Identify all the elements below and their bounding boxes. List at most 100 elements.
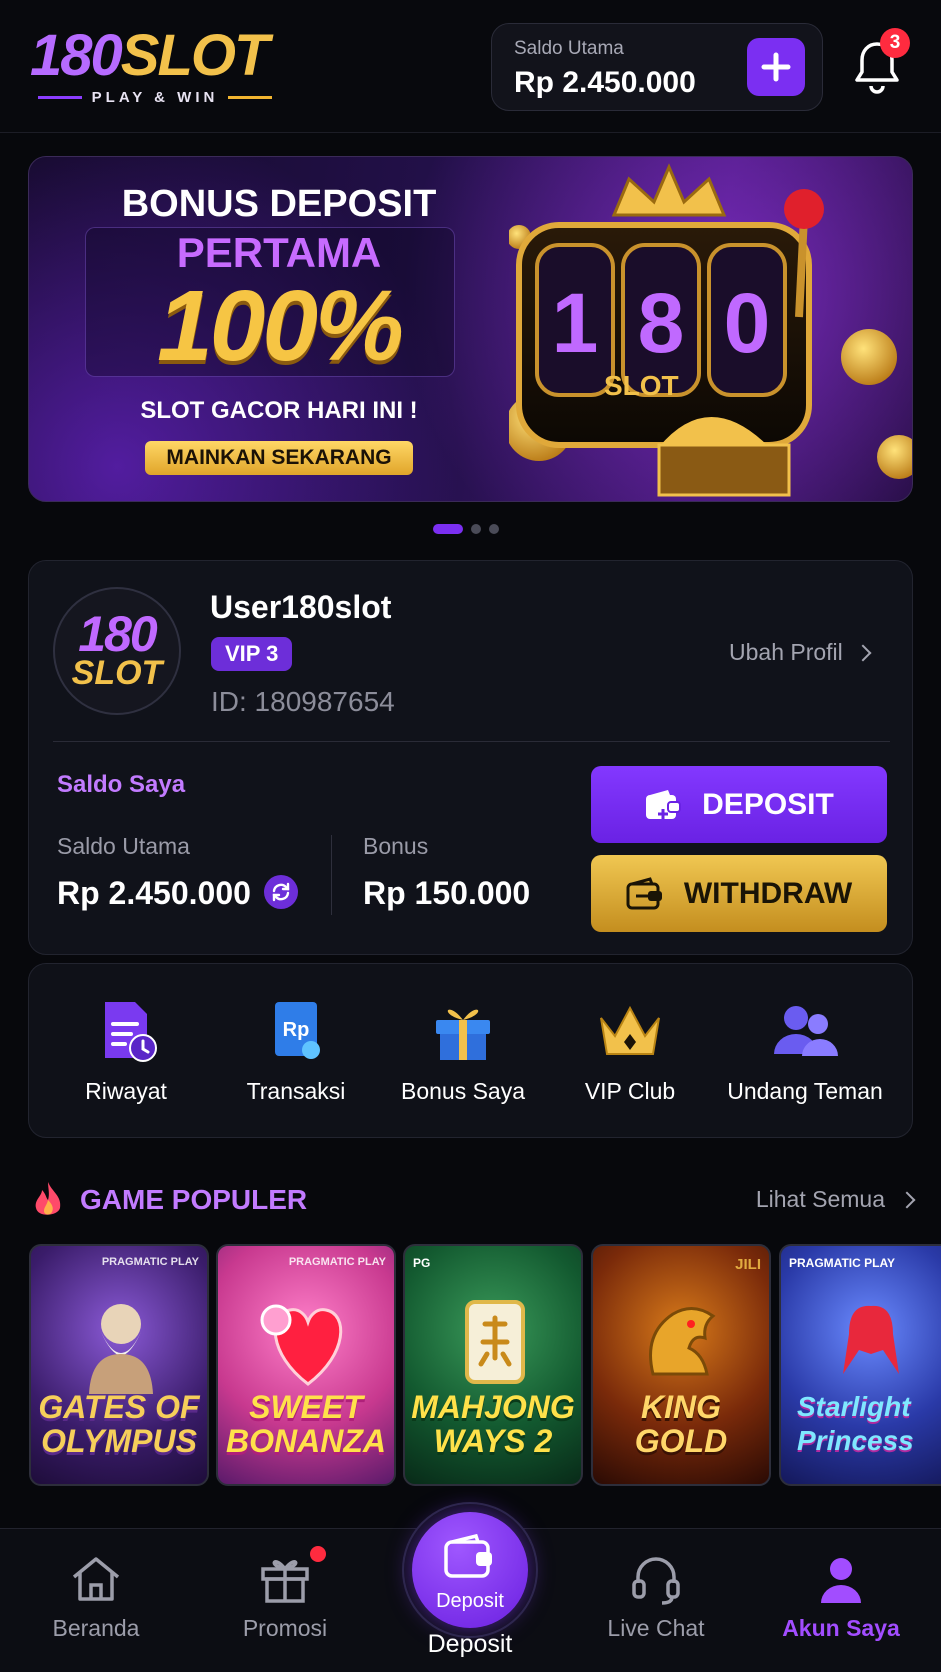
refresh-icon[interactable] xyxy=(264,875,298,909)
game-name: SWEET BONANZA xyxy=(226,1389,386,1459)
svg-text:Rp: Rp xyxy=(283,1019,310,1041)
user-icon xyxy=(821,1558,861,1603)
headset-icon xyxy=(632,1557,680,1605)
game-provider: PG xyxy=(413,1256,431,1270)
top-header: 180SLOT PLAY & WIN Saldo Utama Rp 2.450.… xyxy=(0,0,941,133)
edit-profile-label: Ubah Profil xyxy=(729,639,843,665)
banner-cta-button[interactable]: MAINKAN SEKARANG xyxy=(145,441,413,475)
main-balance-value: Rp 2.450.000 xyxy=(57,875,251,911)
username: User180slot xyxy=(210,589,392,625)
game-section-title: GAME POPULER xyxy=(80,1184,308,1215)
game-provider: PRAGMATIC PLAY xyxy=(789,1256,896,1270)
game-name: GATES OF OLYMPUS xyxy=(38,1389,200,1459)
logo-tagline: PLAY & WIN xyxy=(30,86,280,108)
logo-tagline-text: PLAY & WIN xyxy=(91,88,219,106)
coin-icon xyxy=(877,435,912,479)
princess-figure-icon xyxy=(843,1305,899,1374)
bonus-balance-label: Bonus xyxy=(363,833,429,859)
saldo-section-title: Saldo Saya xyxy=(57,771,186,798)
notification-badge: 3 xyxy=(880,28,910,58)
game-provider: JILI xyxy=(735,1256,761,1273)
see-all-label: Lihat Semua xyxy=(755,1186,885,1212)
vip-badge: VIP 3 xyxy=(211,637,293,671)
deposit-button[interactable]: DEPOSIT xyxy=(591,766,887,843)
banner-percent: 100% xyxy=(157,270,404,382)
gift-icon xyxy=(436,1009,490,1060)
quick-menu: Riwayat Rp Transaksi Bonus Saya VIP Club xyxy=(28,963,913,1138)
plus-icon xyxy=(761,52,791,82)
game-name: Starlight Princess xyxy=(797,1391,914,1456)
quick-item-vip-club[interactable]: VIP Club xyxy=(545,996,715,1105)
game-card-king-gold[interactable]: JILI KING GOLD xyxy=(591,1244,771,1486)
game-provider: PRAGMATIC PLAY xyxy=(288,1256,386,1268)
promo-banner[interactable]: BONUS DEPOSIT PERTAMA 100% SLOT GACOR HA… xyxy=(28,156,913,502)
lever-knob-icon xyxy=(784,189,824,229)
invite-friends-icon xyxy=(774,1006,838,1056)
avatar[interactable]: 180 SLOT xyxy=(53,587,181,715)
nav-beranda[interactable]: Beranda xyxy=(26,1551,166,1642)
mahjong-tile-icon xyxy=(465,1300,525,1384)
fab-inner-label: Deposit xyxy=(436,1590,504,1612)
nav-promosi[interactable]: Promosi xyxy=(215,1551,355,1642)
app-logo[interactable]: 180SLOT PLAY & WIN xyxy=(30,26,290,106)
edit-profile-link[interactable]: Ubah Profil xyxy=(729,639,872,666)
game-card-starlight-princess[interactable]: PRAGMATIC PLAY Starlight Princess xyxy=(779,1244,941,1486)
banner-tagline: SLOT GACOR HARI INI ! xyxy=(140,397,418,424)
game-name: KING GOLD xyxy=(634,1389,728,1459)
coin-icon xyxy=(841,329,897,385)
withdraw-button[interactable]: WITHDRAW xyxy=(591,855,887,932)
nav-akun-saya[interactable]: Akun Saya xyxy=(771,1551,911,1642)
pagination-dot[interactable] xyxy=(471,524,481,534)
quick-item-riwayat[interactable]: Riwayat xyxy=(41,996,211,1105)
dragon-icon xyxy=(649,1307,716,1376)
game-card-mahjong-ways-2[interactable]: PG MAHJONG WAYS 2 xyxy=(403,1244,583,1486)
pagination-dot-active[interactable] xyxy=(433,524,463,534)
reel-digit-1: 1 xyxy=(552,276,599,370)
promo-notification-dot xyxy=(310,1546,326,1562)
quick-item-label: Riwayat xyxy=(85,1078,167,1104)
nav-live-chat[interactable]: Live Chat xyxy=(586,1551,726,1642)
home-icon xyxy=(72,1557,120,1601)
quick-item-bonus-saya[interactable]: Bonus Saya xyxy=(378,996,548,1105)
add-balance-button[interactable] xyxy=(747,38,805,96)
wallet-icon xyxy=(646,789,682,819)
avatar-word: SLOT xyxy=(71,654,163,692)
transaction-icon: Rp xyxy=(275,1002,320,1059)
heart-candy-icon xyxy=(260,1304,343,1386)
gift-icon xyxy=(261,1560,309,1603)
header-balance-value: Rp 2.450.000 xyxy=(514,66,696,99)
wallet-out-icon xyxy=(626,876,662,909)
quick-item-undang-teman[interactable]: Undang Teman xyxy=(720,996,890,1105)
nav-label: Live Chat xyxy=(607,1615,705,1641)
see-all-link[interactable]: Lihat Semua xyxy=(755,1186,916,1213)
withdraw-button-label: WITHDRAW xyxy=(683,876,853,910)
chevron-right-icon xyxy=(854,644,872,661)
game-card-gates-of-olympus[interactable]: PRAGMATIC PLAY GATES OF OLYMPUS xyxy=(29,1244,209,1486)
nav-label: Promosi xyxy=(242,1615,328,1641)
balance-divider xyxy=(331,835,332,915)
refresh-arrows-icon xyxy=(272,882,290,902)
quick-item-transaksi[interactable]: Rp Transaksi xyxy=(211,996,381,1105)
deposit-button-label: DEPOSIT xyxy=(702,787,834,821)
quick-item-label: VIP Club xyxy=(584,1078,676,1104)
nav-deposit-label[interactable]: Deposit xyxy=(370,1630,570,1659)
slot-machine-illustration: 1 8 0 SLOT xyxy=(509,163,912,497)
nav-label: Beranda xyxy=(52,1615,140,1641)
game-name: MAHJONG WAYS 2 xyxy=(411,1389,575,1459)
chevron-right-icon xyxy=(898,1191,916,1208)
game-carousel: PRAGMATIC PLAY GATES OF OLYMPUS PRAGMATI… xyxy=(29,1244,941,1489)
header-balance: Saldo Utama Rp 2.450.000 xyxy=(491,23,823,111)
crown-icon xyxy=(600,1005,660,1055)
avatar-num: 180 xyxy=(78,606,157,662)
pagination-dot[interactable] xyxy=(489,524,499,534)
history-icon xyxy=(105,1002,157,1062)
header-balance-label: Saldo Utama xyxy=(514,38,624,59)
logo-line-right xyxy=(228,95,273,99)
game-provider: PRAGMATIC PLAY xyxy=(101,1256,199,1268)
main-balance-label: Saldo Utama xyxy=(57,833,190,859)
quick-item-label: Transaksi xyxy=(246,1078,346,1104)
wallet-icon xyxy=(444,1534,492,1578)
game-card-sweet-bonanza[interactable]: PRAGMATIC PLAY SWEET BONANZA xyxy=(216,1244,396,1486)
zeus-figure-icon xyxy=(89,1304,153,1394)
profile-card: 180 SLOT User180slot VIP 3 ID: 180987654… xyxy=(28,560,913,955)
